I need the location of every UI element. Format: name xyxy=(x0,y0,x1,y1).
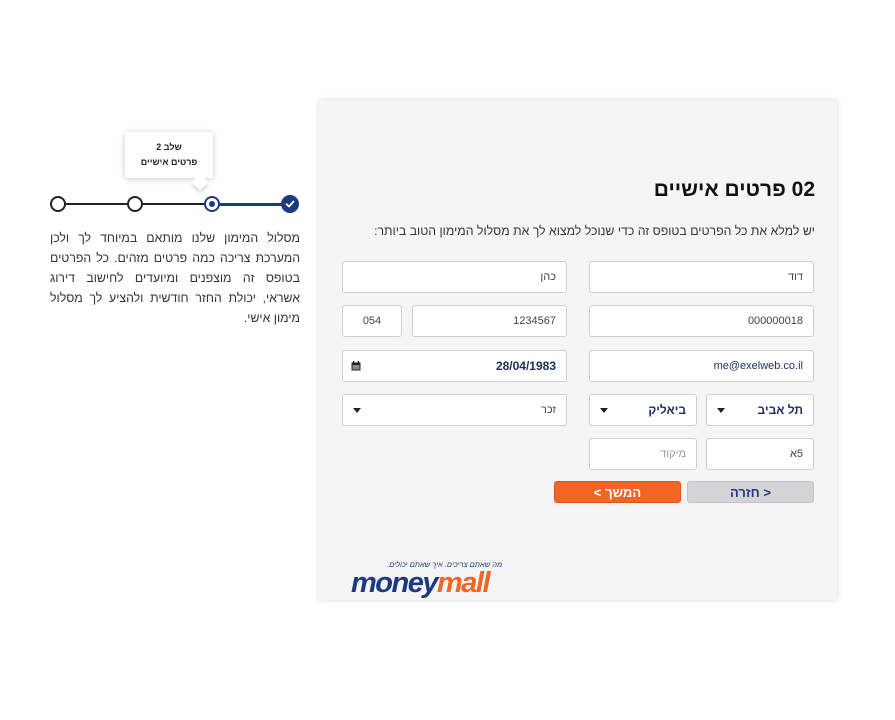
email-field[interactable]: me@exelweb.co.il xyxy=(589,350,814,382)
step-2-indicator xyxy=(204,196,220,212)
form-instructions: יש למלא את כל הפרטים בטופס זה כדי שנוכל … xyxy=(374,224,815,238)
phone-field[interactable]: 1234567 xyxy=(412,305,567,337)
gender-value: זכר xyxy=(541,404,556,416)
birth-date-field[interactable]: 28/04/1983 xyxy=(342,350,567,382)
moneymall-logo: מה שאתם צריכים. איך שאתם יכולים. moneyma… xyxy=(351,560,521,600)
calendar-icon[interactable] xyxy=(351,361,361,371)
last-name-field[interactable]: כהן xyxy=(342,261,567,293)
house-number-field[interactable]: 5א xyxy=(706,438,814,470)
logo-word-money: money xyxy=(351,567,438,599)
tooltip-step-label: פרטים אישיים xyxy=(140,157,198,167)
chevron-down-icon xyxy=(353,407,361,413)
chevron-down-icon xyxy=(600,407,608,413)
tooltip-step-number: שלב 2 xyxy=(156,142,182,152)
logo-word-mall: mall xyxy=(436,567,491,599)
birth-date-value: 28/04/1983 xyxy=(495,359,556,373)
step-3-indicator xyxy=(127,196,143,212)
city-select[interactable]: תל אביב xyxy=(706,394,814,426)
street-value: ביאליק xyxy=(648,403,686,417)
step-1-indicator xyxy=(281,195,299,213)
zip-code-field[interactable]: מיקוד xyxy=(589,438,697,470)
id-number-field[interactable]: 000000018 xyxy=(589,305,814,337)
check-icon xyxy=(285,200,295,208)
gender-select[interactable]: זכר xyxy=(342,394,567,426)
step-tooltip: שלב 2 פרטים אישיים xyxy=(125,132,213,178)
form-card: 02 פרטים אישיים יש למלא את כל הפרטים בטו… xyxy=(319,100,837,600)
chevron-down-icon xyxy=(717,407,725,413)
stepper-description: מסלול המימון שלנו מותאם במיוחד לך ולכן ה… xyxy=(50,231,300,325)
current-step-dot xyxy=(209,201,215,207)
next-button[interactable]: המשך > xyxy=(554,481,681,503)
stepper-line-progress xyxy=(212,203,290,206)
logo-wordmark: moneymall xyxy=(351,567,491,600)
first-name-field[interactable]: דוד xyxy=(589,261,814,293)
back-button[interactable]: < חזרה xyxy=(687,481,814,503)
page-title: 02 פרטים אישיים xyxy=(653,178,815,201)
step-4-indicator xyxy=(50,196,66,212)
city-value: תל אביב xyxy=(757,403,804,417)
street-select[interactable]: ביאליק xyxy=(589,394,697,426)
phone-prefix-field[interactable]: 054 xyxy=(342,305,402,337)
